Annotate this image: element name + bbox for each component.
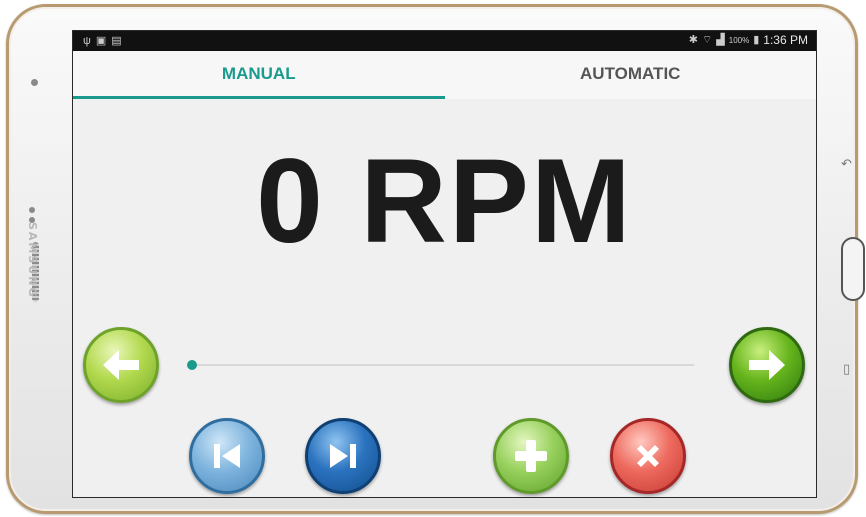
usb-icon: ψ [83,35,91,47]
wifi-icon: ⌔ [701,34,713,46]
plus-icon [515,440,547,472]
brand-logo: SAMSUNG [26,222,39,299]
app-screen: ψ ▣ ▤ ✱ ⌔ ▟ 100% ▮ 1:36 PM MANUAL AUTOMA… [72,30,817,498]
rpm-readout: 0 RPM [256,134,633,268]
arrow-left-icon [103,350,139,380]
clock: 1:36 PM [763,33,808,47]
speed-slider-thumb[interactable] [187,360,197,370]
tab-automatic[interactable]: AUTOMATIC [445,51,817,99]
previous-button[interactable] [189,418,265,494]
speed-slider-track[interactable] [191,364,694,366]
delete-button[interactable] [610,418,686,494]
increase-button[interactable] [729,327,805,403]
front-camera [31,79,38,86]
status-bar: ψ ▣ ▤ ✱ ⌔ ▟ 100% ▮ 1:36 PM [73,31,816,51]
signal-icon: ▟ [716,34,725,46]
next-button[interactable] [305,418,381,494]
sensor-dot [29,207,35,213]
home-button[interactable] [841,237,865,301]
image-icon: ▣ [95,35,107,47]
arrow-right-icon [749,350,785,380]
notification-icon: ▤ [111,35,122,47]
battery-percent: 100% [728,35,750,45]
battery-icon: ▮ [753,34,760,46]
skip-previous-icon [214,444,240,468]
back-key-icon[interactable]: ↶ [841,157,852,172]
tab-manual[interactable]: MANUAL [73,51,445,99]
bluetooth-icon: ✱ [688,34,698,46]
skip-next-icon [330,444,356,468]
decrease-button[interactable] [83,327,159,403]
close-icon [637,445,659,467]
recent-apps-icon[interactable]: ▯ [843,362,850,377]
add-button[interactable] [493,418,569,494]
mode-tabs: MANUAL AUTOMATIC [73,51,816,99]
